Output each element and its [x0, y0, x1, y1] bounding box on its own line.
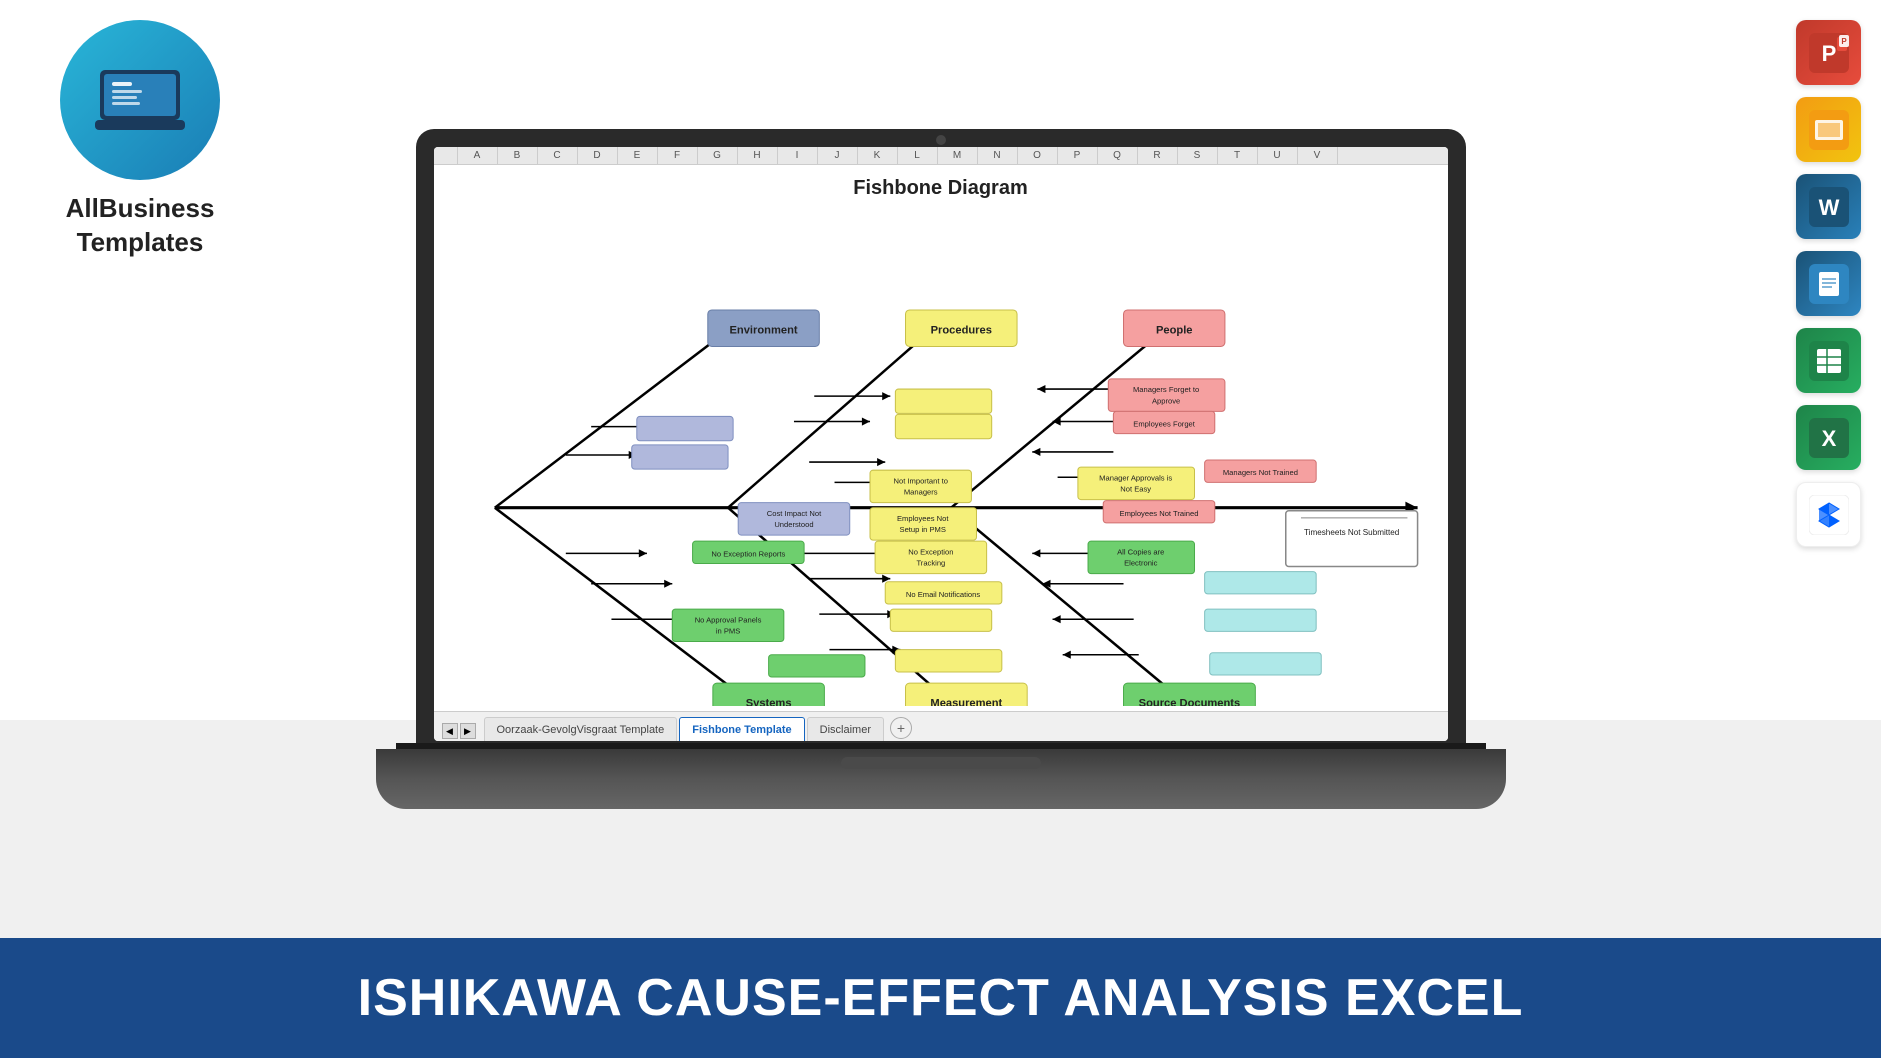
svg-text:Approve: Approve [1151, 396, 1179, 405]
microsoft-excel-icon[interactable]: X [1796, 405, 1861, 470]
bottom-banner: ISHIKAWA CAUSE-EFFECT ANALYSIS EXCEL [0, 938, 1881, 1058]
col-b: B [498, 147, 538, 164]
sheet-nav-right[interactable]: ▶ [460, 723, 476, 739]
tab-oorzaak[interactable]: Oorzaak-GevolgVisgraat Template [484, 717, 678, 741]
svg-text:Source Documents: Source Documents [1138, 697, 1240, 706]
laptop-base [376, 749, 1506, 809]
google-sheets-icon[interactable] [1796, 328, 1861, 393]
col-f: F [658, 147, 698, 164]
tab-fishbone[interactable]: Fishbone Template [679, 717, 804, 741]
svg-text:People: People [1155, 324, 1192, 336]
svg-text:Setup in PMS: Setup in PMS [899, 525, 945, 534]
brand-name: AllBusiness Templates [66, 192, 215, 260]
col-m: M [938, 147, 978, 164]
svg-text:in PMS: in PMS [715, 626, 739, 635]
powerpoint-icon[interactable]: P P [1796, 20, 1861, 85]
laptop-outer: A B C D E F G H I J K L M N O [416, 129, 1466, 809]
sheet-tabs: ◀ ▶ Oorzaak-GevolgVisgraat Template Fish… [434, 711, 1448, 741]
right-icons-panel: P P W [1796, 20, 1861, 547]
col-l: L [898, 147, 938, 164]
svg-text:No Approval Panels: No Approval Panels [694, 615, 761, 624]
svg-text:No Exception: No Exception [908, 547, 953, 556]
svg-text:X: X [1821, 426, 1836, 451]
svg-text:Managers: Managers [903, 488, 937, 497]
svg-text:Timesheets Not Submitted: Timesheets Not Submitted [1304, 528, 1399, 537]
col-a: A [458, 147, 498, 164]
tab-disclaimer[interactable]: Disclaimer [807, 717, 884, 741]
microsoft-word-icon[interactable]: W [1796, 174, 1861, 239]
svg-text:Employees Forget: Employees Forget [1133, 420, 1196, 429]
col-c: C [538, 147, 578, 164]
logo-icon [90, 60, 190, 140]
svg-text:Manager Approvals is: Manager Approvals is [1099, 473, 1172, 482]
row-num-header [434, 147, 458, 164]
svg-text:Managers Not Trained: Managers Not Trained [1222, 468, 1297, 477]
svg-text:Not Important to: Not Important to [893, 476, 947, 485]
col-s: S [1178, 147, 1218, 164]
col-h: H [738, 147, 778, 164]
logo-area: AllBusiness Templates [20, 20, 260, 260]
col-u: U [1258, 147, 1298, 164]
svg-text:Electronic: Electronic [1124, 558, 1158, 567]
svg-text:Tracking: Tracking [916, 558, 945, 567]
excel-content: A B C D E F G H I J K L M N O [434, 147, 1448, 741]
sheet-nav-left[interactable]: ◀ [442, 723, 458, 739]
svg-text:P: P [1821, 41, 1836, 66]
svg-text:Not Easy: Not Easy [1120, 484, 1151, 493]
sheet-nav[interactable]: ◀ ▶ [442, 723, 478, 739]
col-d: D [578, 147, 618, 164]
col-k: K [858, 147, 898, 164]
col-q: Q [1098, 147, 1138, 164]
svg-text:Employees Not Trained: Employees Not Trained [1119, 509, 1198, 518]
col-p: P [1058, 147, 1098, 164]
banner-text: ISHIKAWA CAUSE-EFFECT ANALYSIS EXCEL [358, 968, 1524, 1028]
svg-text:All Copies are: All Copies are [1117, 547, 1164, 556]
svg-text:Environment: Environment [729, 324, 797, 336]
svg-text:Cost Impact Not: Cost Impact Not [766, 509, 821, 518]
svg-text:Managers Forget to: Managers Forget to [1132, 385, 1198, 394]
diagram-title: Fishbone Diagram [434, 165, 1448, 208]
col-i: I [778, 147, 818, 164]
col-n: N [978, 147, 1018, 164]
laptop-bezel: A B C D E F G H I J K L M N O [416, 129, 1466, 749]
svg-text:Measurement: Measurement [930, 697, 1002, 706]
col-headers: A B C D E F G H I J K L M N O [434, 147, 1448, 165]
col-r: R [1138, 147, 1178, 164]
svg-text:Employees Not: Employees Not [896, 514, 948, 523]
diagram-area: Fishbone Diagram [434, 165, 1448, 711]
svg-text:Systems: Systems [745, 697, 791, 706]
google-docs-icon[interactable] [1796, 251, 1861, 316]
svg-text:Procedures: Procedures [930, 324, 991, 336]
dropbox-icon[interactable] [1796, 482, 1861, 547]
svg-text:P: P [1841, 37, 1847, 46]
svg-text:No Email Notifications: No Email Notifications [905, 590, 979, 599]
col-v: V [1298, 147, 1338, 164]
col-j: J [818, 147, 858, 164]
svg-text:Understood: Understood [774, 520, 813, 529]
col-t: T [1218, 147, 1258, 164]
fishbone-svg: Environment Procedures People Systems [434, 208, 1448, 706]
laptop-container: A B C D E F G H I J K L M N O [270, 10, 1611, 928]
col-e: E [618, 147, 658, 164]
col-g: G [698, 147, 738, 164]
webcam [936, 135, 946, 145]
logo-circle [60, 20, 220, 180]
add-sheet-button[interactable]: + [890, 717, 912, 739]
svg-text:W: W [1818, 195, 1839, 220]
google-slides-icon[interactable] [1796, 97, 1861, 162]
svg-text:No Exception Reports: No Exception Reports [711, 549, 785, 558]
col-o: O [1018, 147, 1058, 164]
laptop-screen: A B C D E F G H I J K L M N O [434, 147, 1448, 741]
